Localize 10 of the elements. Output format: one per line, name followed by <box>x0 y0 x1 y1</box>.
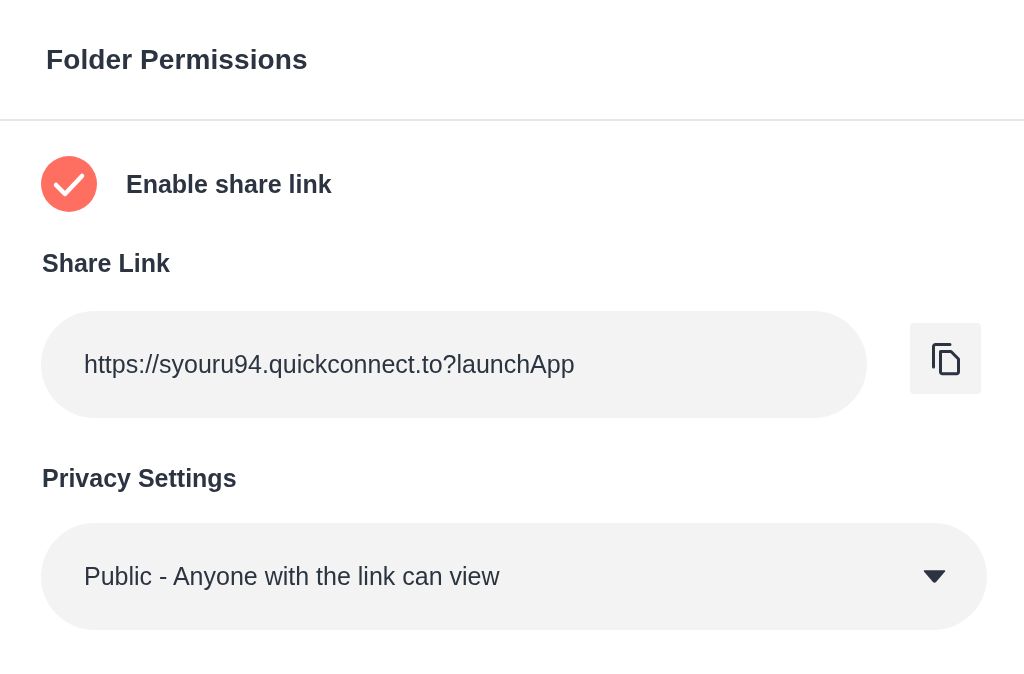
checkbox-icon[interactable] <box>41 156 97 212</box>
copy-icon <box>930 341 961 376</box>
copy-button[interactable] <box>910 323 981 394</box>
panel-title: Folder Permissions <box>46 43 308 76</box>
section-label: Share Link <box>42 248 171 278</box>
caret-icon <box>923 570 946 583</box>
section-label: Privacy Settings <box>42 463 238 493</box>
checkbox-label: Enable share link <box>126 169 332 199</box>
privacy-select[interactable]: Public - Anyone with the link can view <box>41 523 987 630</box>
link-field[interactable]: https://syouru94.quickconnect.to?launchApp <box>41 311 867 418</box>
